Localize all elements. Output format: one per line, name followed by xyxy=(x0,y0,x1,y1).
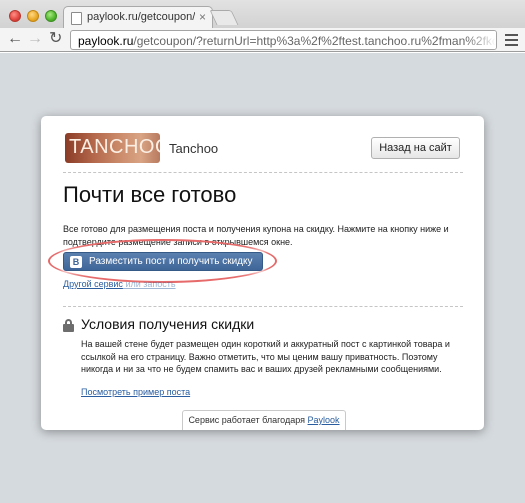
page-favicon-icon xyxy=(71,12,82,25)
address-url: paylook.ru/getcoupon/?returnUrl=http%3a%… xyxy=(78,34,497,48)
tab-title: paylook.ru/getcoupon/?retu xyxy=(87,11,195,23)
post-and-get-discount-button[interactable]: В Разместить пост и получить скидку xyxy=(63,252,263,271)
zoom-window-button[interactable] xyxy=(45,10,57,22)
terms-heading: Условия получения скидки xyxy=(81,316,255,332)
divider xyxy=(63,172,463,173)
address-bar[interactable]: paylook.ru/getcoupon/?returnUrl=http%3a%… xyxy=(70,30,497,50)
divider xyxy=(63,306,463,307)
browser-toolbar: ← → ↻ paylook.ru/getcoupon/?returnUrl=ht… xyxy=(0,28,525,52)
footer-text: Сервис работает благодаря xyxy=(188,415,308,425)
back-to-site-button[interactable]: Назад на сайт xyxy=(371,137,460,159)
new-tab-button[interactable] xyxy=(209,10,239,25)
url-host: paylook.ru xyxy=(78,34,134,48)
tab-strip: paylook.ru/getcoupon/?retu × xyxy=(0,0,525,29)
reload-icon[interactable]: ↻ xyxy=(49,31,62,47)
post-button-label: Разместить пост и получить скидку xyxy=(89,256,253,267)
browser-window: paylook.ru/getcoupon/?retu × ← → ↻ paylo… xyxy=(0,0,525,503)
coupon-card: TANCHOO Tanchoo Назад на сайт Почти все … xyxy=(41,116,484,430)
browser-tab[interactable]: paylook.ru/getcoupon/?retu × xyxy=(63,6,213,29)
vk-icon: В xyxy=(70,256,82,268)
paylook-link[interactable]: Paylook xyxy=(308,415,340,425)
powered-by-footer: Сервис работает благодаря Paylook xyxy=(182,410,346,430)
view-example-post-link[interactable]: Посмотреть пример поста xyxy=(81,387,190,397)
url-path: /getcoupon/?returnUrl=http%3a%2f%2ftest.… xyxy=(133,34,497,48)
lock-icon xyxy=(63,319,74,332)
close-window-button[interactable] xyxy=(9,10,21,22)
back-arrow-icon[interactable]: ← xyxy=(7,31,23,47)
terms-text: На вашей стене будет размещен один корот… xyxy=(81,339,450,374)
minimize-window-button[interactable] xyxy=(27,10,39,22)
brand-name: Tanchoo xyxy=(169,141,219,156)
page-viewport: TANCHOO Tanchoo Назад на сайт Почти все … xyxy=(0,53,525,503)
forward-arrow-icon[interactable]: → xyxy=(27,31,43,47)
logo-text: TANCHOO xyxy=(69,136,160,158)
hamburger-menu-icon[interactable] xyxy=(505,34,518,49)
tab-close-icon[interactable]: × xyxy=(199,10,206,24)
tanchoo-logo[interactable]: TANCHOO xyxy=(65,133,160,163)
other-service-link[interactable]: Другой сервис или запость xyxy=(63,279,176,289)
page-title: Почти все готово xyxy=(63,182,237,207)
